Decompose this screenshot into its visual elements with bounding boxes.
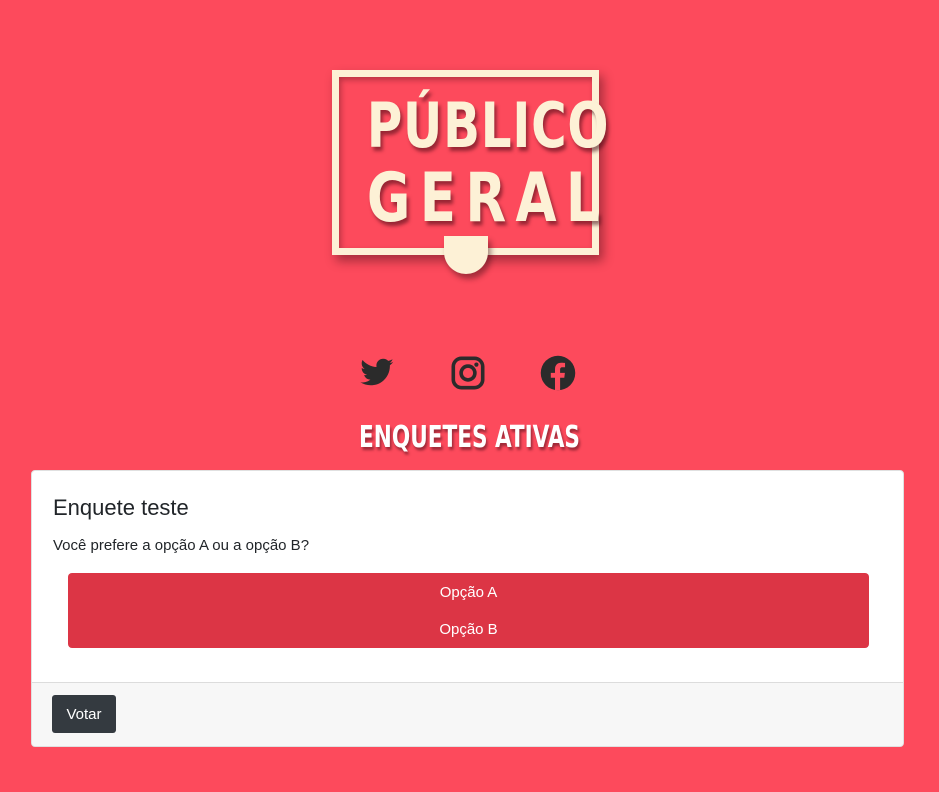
- logo-line-2: GERAL: [366, 159, 610, 238]
- facebook-icon[interactable]: [540, 355, 576, 391]
- section-title: ENQUETES ATIVAS: [359, 420, 580, 455]
- logo-dot: [444, 236, 488, 274]
- card-footer: Votar: [32, 682, 903, 746]
- option-b[interactable]: Opção B: [68, 611, 869, 648]
- instagram-icon[interactable]: [450, 355, 486, 391]
- vote-button[interactable]: Votar: [52, 695, 116, 733]
- publico-geral-logo: PÚBLICO GERAL: [332, 70, 610, 255]
- poll-options: Opção A Opção B: [68, 573, 869, 648]
- logo-line-1: PÚBLICO: [366, 89, 610, 162]
- poll-title: Enquete teste: [53, 495, 189, 520]
- option-a[interactable]: Opção A: [68, 574, 869, 611]
- twitter-icon[interactable]: [359, 355, 395, 391]
- poll-question: Você prefere a opção A ou a opção B?: [53, 537, 310, 554]
- social-links: [0, 355, 939, 391]
- poll-card: Enquete teste Você prefere a opção A ou …: [31, 470, 904, 747]
- page: PÚBLICO GERAL ENQUETES ATIVAS Enquete te…: [0, 0, 939, 792]
